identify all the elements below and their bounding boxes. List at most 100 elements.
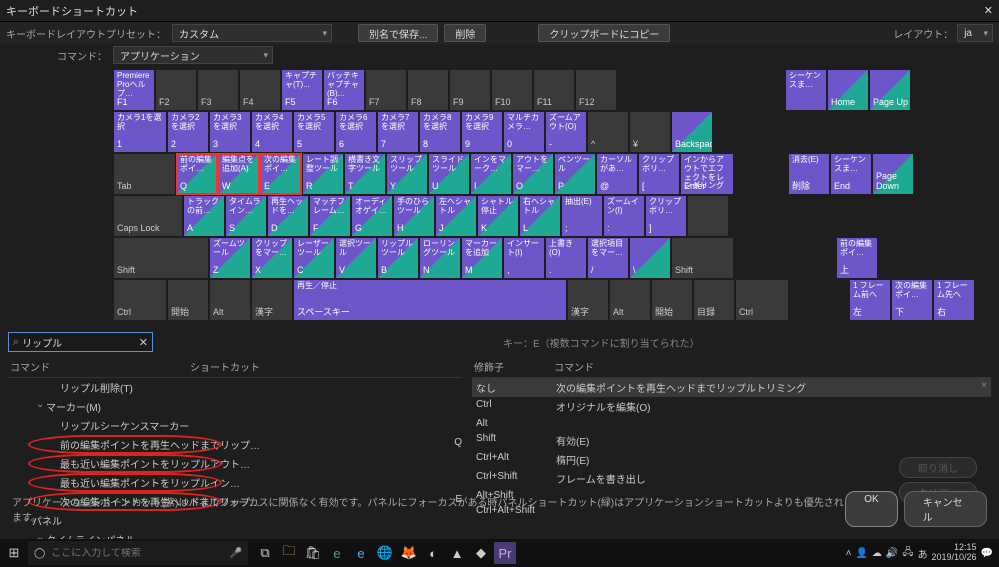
- tree-row[interactable]: リップルシーケンスマーカー: [8, 416, 462, 435]
- key-,[interactable]: インサート(I),: [504, 238, 544, 278]
- app1-icon[interactable]: ◐: [422, 542, 444, 564]
- tray-net-icon[interactable]: 🖧: [902, 545, 913, 562]
- clear-search-icon[interactable]: ✕: [139, 336, 148, 349]
- key-Tab[interactable]: Tab: [114, 154, 175, 194]
- key-下[interactable]: 次の編集ポイ…下: [892, 280, 932, 320]
- key-blank[interactable]: [688, 196, 728, 236]
- key-\[interactable]: \: [630, 238, 670, 278]
- key-X[interactable]: クリップをマー…X: [252, 238, 292, 278]
- key-Shift[interactable]: Shift: [114, 238, 208, 278]
- key-0[interactable]: マルチカメラ…0: [504, 112, 544, 152]
- app2-icon[interactable]: ▲: [446, 542, 468, 564]
- key-O[interactable]: アウトをマー…O: [513, 154, 553, 194]
- tree-row[interactable]: 最も近い編集ポイントをリップルアウト…: [8, 454, 462, 473]
- key--[interactable]: ズームアウト(O)-: [546, 112, 586, 152]
- key-D[interactable]: 再生ヘッドを…D: [268, 196, 308, 236]
- key-F6[interactable]: バッチキャプチャ(B)...F6: [324, 70, 364, 110]
- key-W[interactable]: 編集点を追加(A)W: [219, 154, 259, 194]
- key-R[interactable]: レート調整ツールR: [303, 154, 343, 194]
- key-L[interactable]: 右へシャトルL: [520, 196, 560, 236]
- delete-button[interactable]: 削除: [444, 24, 486, 42]
- key-@[interactable]: カーソルがあ…@: [597, 154, 637, 194]
- key-F[interactable]: マッチフレーム…F: [310, 196, 350, 236]
- key-H[interactable]: 手のひらツールH: [394, 196, 434, 236]
- key-F4[interactable]: F4: [240, 70, 280, 110]
- key-左[interactable]: 1 フレーム前へ左: [850, 280, 890, 320]
- key-7[interactable]: カメラ7を選択7: [378, 112, 418, 152]
- taskbar-search[interactable]: ◯ 🎤: [28, 541, 248, 565]
- cancel-button[interactable]: キャンセル: [904, 491, 987, 527]
- key-Page Down[interactable]: Page Down: [873, 154, 913, 194]
- mod-row[interactable]: Shift有効(E): [472, 431, 991, 450]
- key-上[interactable]: 前の編集ポイ…上: [837, 238, 877, 278]
- key-Y[interactable]: スリップツールY: [387, 154, 427, 194]
- key-.[interactable]: 上書き(O).: [546, 238, 586, 278]
- key-Backspace[interactable]: Backspace: [672, 112, 712, 152]
- key-漢字[interactable]: 漢字: [252, 280, 292, 320]
- search-input[interactable]: [22, 337, 139, 348]
- key-Z[interactable]: ズームツールZ: [210, 238, 250, 278]
- key-F11[interactable]: F11: [534, 70, 574, 110]
- key-P[interactable]: ペンツールP: [555, 154, 595, 194]
- edge-icon[interactable]: e: [326, 542, 348, 564]
- chrome-icon[interactable]: 🌐: [374, 542, 396, 564]
- key-Ctrl[interactable]: Ctrl: [114, 280, 166, 320]
- save-as-button[interactable]: 別名で保存...: [358, 24, 438, 42]
- key-開始[interactable]: 開始: [652, 280, 692, 320]
- key-漢字[interactable]: 漢字: [568, 280, 608, 320]
- key-J[interactable]: 左へシャトルJ: [436, 196, 476, 236]
- ie-icon[interactable]: e: [350, 542, 372, 564]
- key-F7[interactable]: F7: [366, 70, 406, 110]
- key-F9[interactable]: F9: [450, 70, 490, 110]
- key-5[interactable]: カメラ5を選択5: [294, 112, 334, 152]
- key-G[interactable]: オーディオゲイ…G: [352, 196, 392, 236]
- key-8[interactable]: カメラ8を選択8: [420, 112, 460, 152]
- mod-row[interactable]: Alt: [472, 416, 991, 431]
- key-F1[interactable]: Premiere Proヘルプ…F1: [114, 70, 154, 110]
- key-I[interactable]: インをマーク…I: [471, 154, 511, 194]
- explorer-icon[interactable]: 🗀: [278, 542, 300, 564]
- key-C[interactable]: レーザーツールC: [294, 238, 334, 278]
- tray-vol-icon[interactable]: 🔊: [886, 548, 898, 559]
- key-blank[interactable]: シーケンスま…: [786, 70, 826, 110]
- key-Ctrl[interactable]: Ctrl: [736, 280, 788, 320]
- key-F8[interactable]: F8: [408, 70, 448, 110]
- key-Shift[interactable]: Shift: [672, 238, 733, 278]
- command-dropdown[interactable]: アプリケーション: [113, 46, 273, 64]
- key-S[interactable]: タイムライン…S: [226, 196, 266, 236]
- key-1[interactable]: カメラ1を選択1: [114, 112, 166, 152]
- key-F10[interactable]: F10: [492, 70, 532, 110]
- key-:[interactable]: ズームイン(I):: [604, 196, 644, 236]
- clock[interactable]: 12:15 2019/10/26: [932, 543, 977, 563]
- copy-clipboard-button[interactable]: クリップボードにコピー: [538, 24, 670, 42]
- key-3[interactable]: カメラ3を選択3: [210, 112, 250, 152]
- key-4[interactable]: カメラ4を選択4: [252, 112, 292, 152]
- key-F12[interactable]: F12: [576, 70, 616, 110]
- notif-icon[interactable]: 💬: [981, 548, 993, 559]
- mod-row[interactable]: Ctrlオリジナルを編集(O): [472, 397, 991, 416]
- key-/[interactable]: 選択項目をマー…/: [588, 238, 628, 278]
- key-Enter[interactable]: インからアウトでエフェクトをレンダリングEnter: [681, 154, 733, 194]
- key-^[interactable]: ^: [588, 112, 628, 152]
- tray-ime[interactable]: あ: [918, 546, 928, 561]
- key-N[interactable]: ローリングツールN: [420, 238, 460, 278]
- key-M[interactable]: マーカーを追加M: [462, 238, 502, 278]
- key-T[interactable]: 横書き文字ツールT: [345, 154, 385, 194]
- taskview-icon[interactable]: ⧉: [254, 542, 276, 564]
- app3-icon[interactable]: ◆: [470, 542, 492, 564]
- key-F5[interactable]: キャプチャ(T)...F5: [282, 70, 322, 110]
- key-B[interactable]: リップルツールB: [378, 238, 418, 278]
- taskbar-search-input[interactable]: [51, 548, 223, 559]
- key-U[interactable]: スライドツールU: [429, 154, 469, 194]
- key-¥[interactable]: ¥: [630, 112, 670, 152]
- key-[[interactable]: クリップボリ…[: [639, 154, 679, 194]
- tray-up-icon[interactable]: ˄: [846, 548, 852, 559]
- key-開始[interactable]: 開始: [168, 280, 208, 320]
- key-F2[interactable]: F2: [156, 70, 196, 110]
- key-2[interactable]: カメラ2を選択2: [168, 112, 208, 152]
- tree-row[interactable]: 前の編集ポイントを再生ヘッドまでリップ…Q: [8, 435, 462, 454]
- key-Home[interactable]: Home: [828, 70, 868, 110]
- key-目録[interactable]: 目録: [694, 280, 734, 320]
- key-F3[interactable]: F3: [198, 70, 238, 110]
- tree-row[interactable]: リップル削除(T): [8, 378, 462, 397]
